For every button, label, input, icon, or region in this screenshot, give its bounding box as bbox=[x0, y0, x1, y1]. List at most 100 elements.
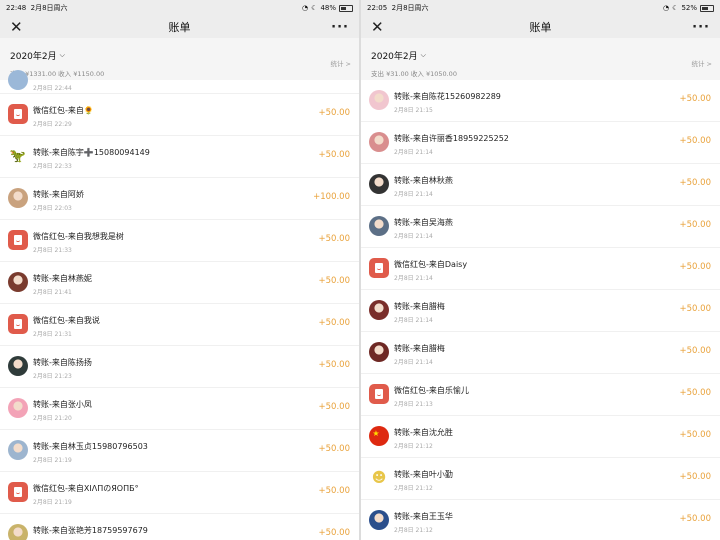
list-item[interactable]: 转账-来自林玉贞15980796503 2月8日 21:19 +50.00 bbox=[0, 430, 359, 472]
transaction-date: 2月8日 21:14 bbox=[394, 149, 433, 156]
list-item[interactable]: 转账-来自王玉华 2月8日 21:12 +50.00 bbox=[361, 500, 720, 540]
avatar bbox=[8, 356, 28, 376]
list-item[interactable]: 转账-来自张小凤 2月8日 21:20 +50.00 bbox=[0, 388, 359, 430]
transaction-name: 转账-来自阿娇 bbox=[33, 190, 84, 199]
month-selector[interactable]: 2020年2月 ⌵ bbox=[371, 49, 426, 62]
transaction-amount: +50.00 bbox=[679, 94, 711, 104]
wifi-icon: ◔ bbox=[302, 4, 309, 12]
more-icon[interactable]: ··· bbox=[331, 20, 349, 35]
status-date: 2月8日周六 bbox=[391, 4, 429, 12]
transaction-amount: +50.00 bbox=[318, 360, 350, 370]
list-item[interactable]: ★ 转账-来自沈允胜 2月8日 21:12 +50.00 bbox=[361, 416, 720, 458]
battery-percent: 48% bbox=[320, 4, 336, 12]
transaction-amount: +50.00 bbox=[318, 486, 350, 496]
close-icon[interactable]: ✕ bbox=[10, 19, 23, 35]
list-item[interactable]: 转账-来自吴海燕 2月8日 21:14 +50.00 bbox=[361, 206, 720, 248]
transaction-amount: +50.00 bbox=[679, 430, 711, 440]
transaction-date: 2月8日 21:19 bbox=[33, 457, 72, 464]
transaction-name: 微信红包-来自乐愉儿 bbox=[394, 386, 469, 395]
list-item[interactable]: 微信红包-来自我想我是树 2月8日 21:33 +50.00 bbox=[0, 220, 359, 262]
list-item[interactable]: 微信红包-来自我说 2月8日 21:31 +50.00 bbox=[0, 304, 359, 346]
list-item[interactable]: 转账-来自林秋燕 2月8日 21:14 +50.00 bbox=[361, 164, 720, 206]
stats-link[interactable]: 统计 > bbox=[330, 58, 351, 68]
transaction-name: 微信红包-来自我说 bbox=[33, 316, 100, 325]
status-bar: 22:48 2月8日周六 ◔ ☾ 48% bbox=[0, 0, 359, 16]
month-summary: 2020年2月 ⌵ 支出 ¥31.00 收入 ¥1050.00 统计 > bbox=[361, 38, 720, 80]
avatar bbox=[369, 342, 389, 362]
red-envelope-icon bbox=[8, 314, 28, 334]
transaction-name: 转账-来自吴海燕 bbox=[394, 218, 453, 227]
transaction-date: 2月8日 22:29 bbox=[33, 121, 72, 128]
list-item[interactable]: 转账-来自陈扬扬 2月8日 21:23 +50.00 bbox=[0, 346, 359, 388]
list-item[interactable]: 微信红包-来自乐愉儿 2月8日 21:13 +50.00 bbox=[361, 374, 720, 416]
avatar bbox=[369, 300, 389, 320]
chevron-down-icon: ⌵ bbox=[420, 51, 426, 59]
transaction-date: 2月8日 21:12 bbox=[394, 443, 433, 450]
list-item[interactable]: 转账-来自阿娇 2月8日 22:03 +100.00 bbox=[0, 178, 359, 220]
transaction-date: 2月8日 21:20 bbox=[33, 415, 72, 422]
transaction-date: 2月8日 21:14 bbox=[394, 233, 433, 240]
transaction-name: 转账-来自林玉贞15980796503 bbox=[33, 442, 148, 451]
month-label: 2020年2月 bbox=[10, 52, 57, 62]
flag-avatar: ★ bbox=[369, 426, 389, 446]
list-item[interactable]: 微信红包-来自XIΛΠのЯΟΠБ° 2月8日 21:19 +50.00 bbox=[0, 472, 359, 514]
month-label: 2020年2月 bbox=[371, 52, 418, 62]
stats-link[interactable]: 统计 > bbox=[691, 58, 712, 68]
transaction-amount: +50.00 bbox=[679, 346, 711, 356]
cartoon-avatar: ☻ bbox=[369, 468, 389, 488]
month-selector[interactable]: 2020年2月 ⌵ bbox=[10, 49, 65, 62]
envelope-icon bbox=[14, 319, 22, 329]
transaction-date: 2月8日 21:33 bbox=[33, 247, 72, 254]
right-bill-pane: 22:05 2月8日周六 ◔ ☾ 52% ✕ 账单 ··· 2020年2月 ⌵ … bbox=[361, 0, 720, 540]
transaction-amount: +50.00 bbox=[318, 108, 350, 118]
avatar bbox=[8, 188, 28, 208]
transaction-amount: +50.00 bbox=[318, 444, 350, 454]
status-right: ◔ ☾ 52% bbox=[663, 4, 714, 12]
avatar bbox=[8, 70, 28, 90]
avatar bbox=[8, 440, 28, 460]
transaction-amount: +50.00 bbox=[679, 136, 711, 146]
transaction-name: 转账-来自沈允胜 bbox=[394, 428, 453, 437]
avatar bbox=[8, 398, 28, 418]
dinosaur-avatar: 🦖 bbox=[8, 146, 28, 166]
envelope-icon bbox=[14, 109, 22, 119]
list-item[interactable]: 转账-来自陈花15260982289 2月8日 21:15 +50.00 bbox=[361, 80, 720, 122]
list-item[interactable]: 2月8日 22:44 bbox=[0, 70, 359, 94]
transaction-name: 转账-来自腊梅 bbox=[394, 344, 445, 353]
status-time: 22:05 bbox=[367, 4, 388, 12]
star-icon: ★ bbox=[372, 428, 380, 438]
close-icon[interactable]: ✕ bbox=[371, 19, 384, 35]
transaction-name: 微信红包-来自🌻 bbox=[33, 106, 94, 115]
title-bar: ✕ 账单 ··· bbox=[361, 16, 720, 38]
transaction-date: 2月8日 21:14 bbox=[394, 191, 433, 198]
transaction-name: 转账-来自叶小勤 bbox=[394, 470, 453, 479]
cartoon-icon: ☻ bbox=[371, 470, 387, 486]
left-bill-pane: 22:48 2月8日周六 ◔ ☾ 48% ✕ 账单 ··· 2020年2月 ⌵ … bbox=[0, 0, 359, 540]
transaction-list: 转账-来自陈花15260982289 2月8日 21:15 +50.00 转账-来自许… bbox=[361, 80, 720, 540]
list-item[interactable]: 转账-来自许丽香18959225252 2月8日 21:14 +50.00 bbox=[361, 122, 720, 164]
list-item[interactable]: 微信红包-来自Daisy 2月8日 21:14 +50.00 bbox=[361, 248, 720, 290]
transaction-list: 2月8日 22:44 微信红包-来自🌻 2月8日 22:29 +50.00 🦖 转账-来… bbox=[0, 70, 359, 540]
transaction-name: 转账-来自腊梅 bbox=[394, 302, 445, 311]
transaction-amount: +50.00 bbox=[679, 304, 711, 314]
transaction-name: 微信红包-来自Daisy bbox=[394, 260, 468, 269]
list-item[interactable]: 🦖 转账-来自陈宇➕15080094149 2月8日 22:33 +50.00 bbox=[0, 136, 359, 178]
wifi-icon: ◔ bbox=[663, 4, 670, 12]
list-item[interactable]: 转账-来自张艳芳18759597679 +50.00 bbox=[0, 514, 359, 540]
battery-icon bbox=[700, 4, 714, 12]
battery-percent: 52% bbox=[681, 4, 697, 12]
moon-icon: ☾ bbox=[311, 4, 318, 12]
list-item[interactable]: 转账-来自林燕妮 2月8日 21:41 +50.00 bbox=[0, 262, 359, 304]
list-item[interactable]: 微信红包-来自🌻 2月8日 22:29 +50.00 bbox=[0, 94, 359, 136]
transaction-date: 2月8日 21:19 bbox=[33, 499, 72, 506]
more-icon[interactable]: ··· bbox=[692, 20, 710, 35]
list-item[interactable]: ☻ 转账-来自叶小勤 2月8日 21:12 +50.00 bbox=[361, 458, 720, 500]
avatar bbox=[369, 174, 389, 194]
status-time: 22:48 bbox=[6, 4, 27, 12]
transaction-amount: +50.00 bbox=[318, 318, 350, 328]
transaction-name: 微信红包-来自XIΛΠのЯΟΠБ° bbox=[33, 484, 139, 493]
transaction-name: 转账-来自许丽香18959225252 bbox=[394, 134, 509, 143]
transaction-amount: +50.00 bbox=[679, 472, 711, 482]
list-item[interactable]: 转账-来自腊梅 2月8日 21:14 +50.00 bbox=[361, 332, 720, 374]
list-item[interactable]: 转账-来自腊梅 2月8日 21:14 +50.00 bbox=[361, 290, 720, 332]
